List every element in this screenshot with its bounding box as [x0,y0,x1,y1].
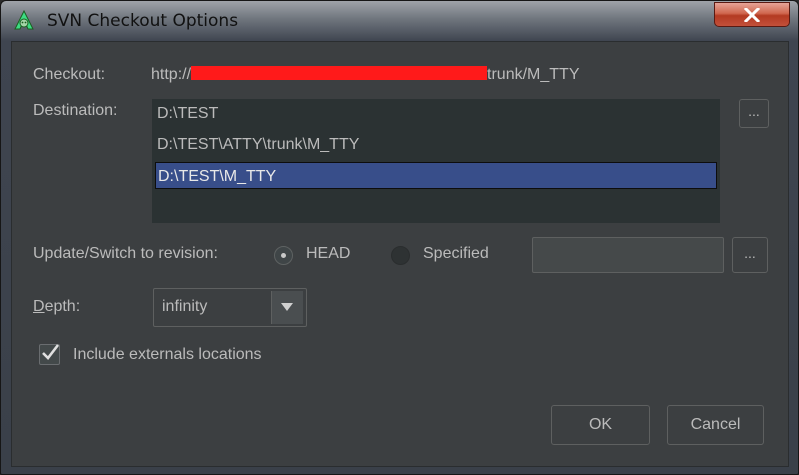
triangle-down-icon [281,303,293,311]
destination-browse-button[interactable]: ... [739,99,769,128]
destination-item-selected[interactable]: D:\TEST\M_TTY [155,162,717,189]
android-studio-icon [13,9,35,32]
title-bar[interactable]: SVN Checkout Options [1,1,798,41]
head-radio-label[interactable]: HEAD [306,245,350,263]
depth-select[interactable]: infinity [153,288,307,327]
revision-browse-button[interactable]: ... [732,237,768,273]
destination-label: Destination: [33,102,118,119]
depth-label-mnemonic: D [33,298,45,315]
depth-value: infinity [162,298,208,315]
checkout-label: Checkout: [33,66,106,83]
depth-label: Depth: [33,298,80,316]
depth-dropdown-button[interactable] [271,291,303,324]
close-icon [744,8,760,22]
ok-button[interactable]: OK [551,405,650,445]
revision-label: Update/Switch to revision: [33,245,218,262]
checkmark-icon [42,344,60,360]
destination-item[interactable]: D:\TEST [155,100,717,127]
dialog-content: Checkout: http:// trunk/M_TTY Destination… [11,41,789,467]
head-radio[interactable] [274,246,293,265]
include-externals-checkbox[interactable] [39,344,60,365]
depth-label-rest: epth: [44,298,81,315]
url-redaction [191,66,488,80]
checkout-url-prefix: http:// [151,66,192,83]
include-externals-label[interactable]: Include externals locations [73,346,262,364]
cancel-button[interactable]: Cancel [667,405,764,445]
revision-input[interactable] [532,237,724,273]
close-button[interactable] [714,2,790,27]
dialog-window: SVN Checkout Options Checkout: http:// tr… [0,0,799,475]
window-title: SVN Checkout Options [47,11,239,31]
checkout-url-suffix: trunk/M_TTY [487,66,580,83]
checkout-url: http:// trunk/M_TTY [151,66,580,84]
destination-item[interactable]: D:\TEST\ATTY\trunk\M_TTY [155,131,717,158]
destination-list[interactable]: D:\TEST D:\TEST\ATTY\trunk\M_TTY D:\TEST… [152,99,720,223]
specified-radio-label[interactable]: Specified [423,245,489,263]
specified-radio[interactable] [391,246,410,265]
